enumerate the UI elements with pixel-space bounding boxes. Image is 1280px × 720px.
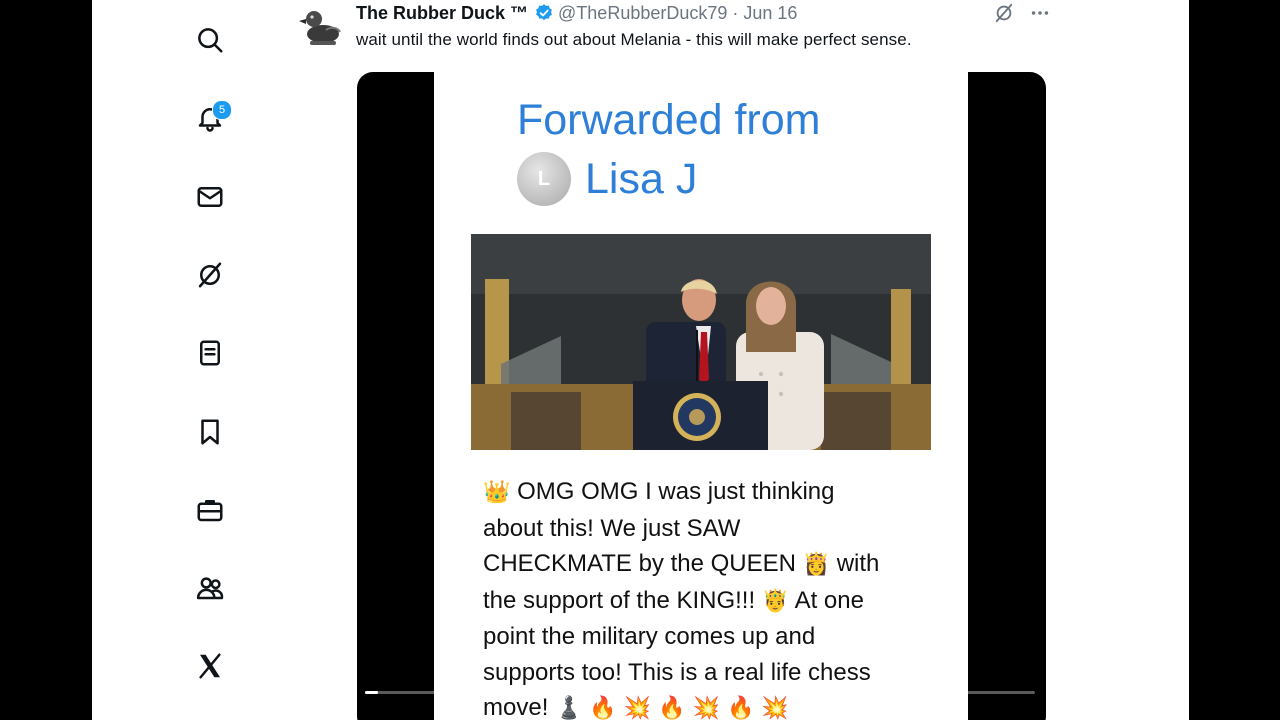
post-line: about this! We just SAW (483, 511, 933, 547)
forwarded-sender-name: Lisa J (585, 154, 698, 203)
post-line: CHECKMATE by the QUEEN 👸 with (483, 546, 933, 583)
more-options-button[interactable] (1028, 1, 1052, 25)
sidebar-item-bookmarks[interactable] (188, 410, 232, 454)
notification-count-badge: 5 (212, 100, 232, 120)
sidebar-item-notifications[interactable]: 5 (188, 96, 232, 140)
tweet-date[interactable]: Jun 16 (743, 3, 797, 24)
post-line-text: supports too! This is a real life chess (483, 658, 871, 686)
header-separator: · (732, 2, 739, 23)
tweet[interactable]: The Rubber Duck ™ @TheRubberDuck79 · Jun… (292, 0, 1052, 720)
grok-icon (995, 3, 1013, 23)
grok-icon (198, 262, 222, 288)
forwarded-sender: L Lisa J (517, 152, 697, 206)
rubber-duck-avatar-image (299, 11, 341, 45)
briefcase-icon (197, 500, 223, 522)
podium-scene-image (471, 234, 931, 450)
post-line-text: about this! We just SAW (483, 514, 741, 542)
post-line: 👑 OMG OMG I was just thinking (483, 474, 933, 511)
tweet-video[interactable]: Forwarded from L Lisa J 👑 OMG OMG I was … (357, 72, 1046, 720)
post-line-text: At one (789, 586, 864, 614)
video-progress-bar[interactable] (365, 691, 1035, 694)
bookmark-icon (201, 419, 219, 445)
tweet-header-actions (992, 1, 1052, 25)
post-line: the support of the KING!!! 🤴 At one (483, 583, 933, 620)
post-line-text: with (830, 550, 880, 577)
sidebar-item-search[interactable] (188, 18, 232, 62)
post-line: supports too! This is a real life chess (483, 655, 933, 691)
prince-emoji: 🤴 (761, 588, 790, 614)
forwarded-post-text: 👑 OMG OMG I was just thinking about this… (483, 474, 933, 720)
post-line-text: move! (483, 694, 556, 720)
author-avatar[interactable] (296, 2, 344, 50)
author-handle[interactable]: @TheRubberDuck79 (558, 3, 727, 24)
post-line: move! ♟️ 🔥 💥 🔥 💥 🔥 💥 (483, 690, 933, 720)
forwarded-sender-avatar: L (517, 152, 571, 206)
embedded-photo (471, 234, 931, 450)
video-progress-fill (365, 691, 379, 694)
tweet-text: wait until the world finds out about Mel… (356, 30, 912, 49)
more-horizontal-icon (1031, 11, 1049, 15)
post-line-text: OMG OMG I was just thinking (510, 478, 835, 505)
sidebar-item-lists[interactable] (188, 331, 232, 375)
post-line: point the military comes up and (483, 619, 933, 655)
forwarded-message-screenshot: Forwarded from L Lisa J 👑 OMG OMG I was … (434, 72, 968, 720)
search-icon (198, 28, 223, 53)
list-icon (200, 340, 220, 366)
app-window: 5 The Rubber Duck ™ @TheRubberDuck79 · J… (92, 0, 1189, 720)
chess-fire-emoji-row: ♟️ 🔥 💥 🔥 💥 🔥 💥 (555, 696, 789, 720)
x-logo-icon (199, 653, 221, 679)
post-line-text: point the military comes up and (483, 623, 816, 650)
sidebar-item-messages[interactable] (188, 175, 232, 219)
author-name[interactable]: The Rubber Duck ™ (356, 3, 528, 24)
tweet-header: The Rubber Duck ™ @TheRubberDuck79 · Jun… (356, 1, 797, 25)
post-line-text: CHECKMATE by the QUEEN (483, 550, 803, 577)
sidebar-item-jobs[interactable] (188, 488, 232, 532)
sidebar-item-grok[interactable] (188, 253, 232, 297)
grok-analyze-button[interactable] (992, 1, 1016, 25)
post-line-text: the support of the KING!!! (483, 586, 762, 614)
verified-badge-icon (534, 3, 554, 23)
crown-emoji: 👑 (483, 480, 511, 505)
forwarded-label: Forwarded from (517, 96, 821, 144)
sidebar-item-x[interactable] (188, 644, 232, 688)
mail-icon (197, 187, 223, 207)
princess-emoji: 👸 (802, 552, 831, 577)
people-icon (196, 577, 224, 600)
sidebar-item-communities[interactable] (188, 566, 232, 610)
